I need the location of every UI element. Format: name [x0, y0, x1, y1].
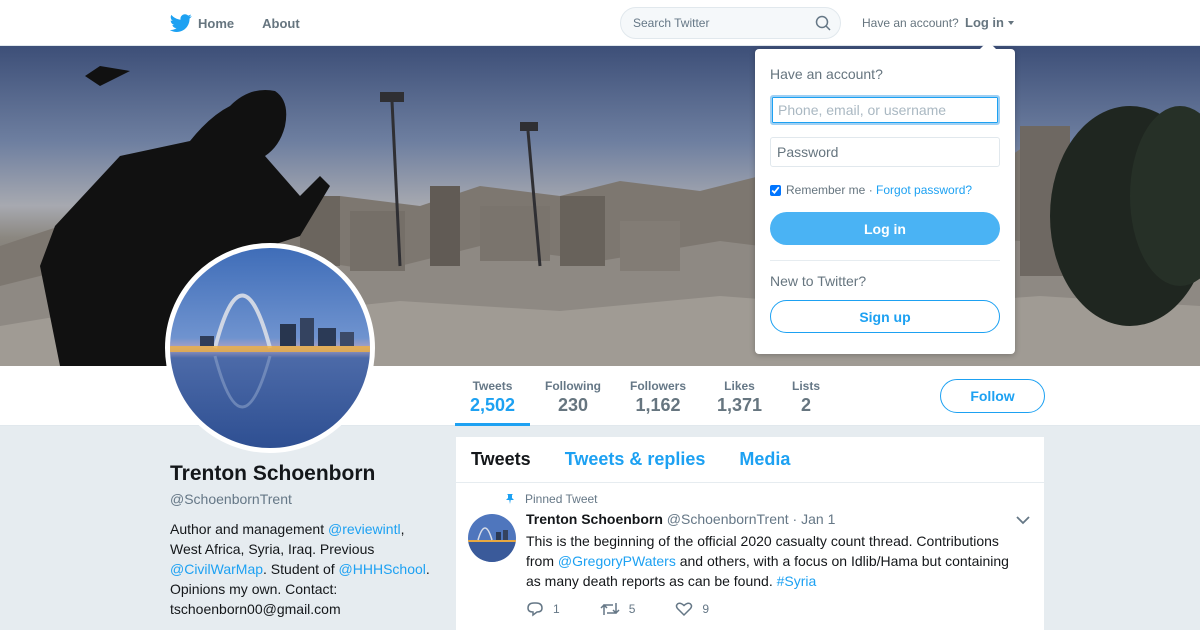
profile-handle[interactable]: @SchoenbornTrent	[170, 491, 430, 507]
heart-icon	[676, 602, 693, 617]
tweet-author-handle[interactable]: @SchoenbornTrent	[667, 511, 789, 527]
password-field[interactable]	[770, 137, 1000, 167]
retweet-icon	[600, 603, 620, 615]
stat-followers[interactable]: Followers 1,162	[624, 366, 692, 426]
stat-followers-label: Followers	[629, 379, 686, 393]
like-count: 9	[702, 602, 710, 616]
stat-lists[interactable]: Lists 2	[787, 366, 825, 426]
like-button[interactable]: 9	[675, 601, 709, 617]
tweet-avatar-image	[468, 514, 516, 562]
tweet-separator: ·	[792, 511, 798, 527]
stat-following-label: Following	[545, 379, 601, 393]
tweet-date[interactable]: Jan 1	[801, 511, 835, 527]
stat-tweets-value: 2,502	[469, 395, 516, 415]
bio-mention-hhhschool[interactable]: @HHHSchool	[339, 561, 426, 577]
profile-avatar[interactable]	[165, 243, 375, 453]
chevron-down-icon[interactable]	[1016, 515, 1030, 525]
retweet-button[interactable]: 5	[600, 601, 636, 617]
tweet-hashtag-syria[interactable]: #Syria	[777, 573, 817, 589]
pinned-label: Pinned Tweet	[525, 492, 598, 506]
tab-media[interactable]: Media	[739, 449, 790, 470]
reply-button[interactable]: 1	[526, 601, 560, 617]
timeline-tabs: Tweets Tweets & replies Media	[456, 437, 1044, 483]
nav-home-link[interactable]: Home	[198, 16, 234, 31]
nav-left: Home About	[170, 0, 328, 46]
profile-bio-card: Trenton Schoenborn @SchoenbornTrent Auth…	[170, 462, 430, 619]
follow-button[interactable]: Follow	[940, 379, 1045, 413]
login-button[interactable]: Log in	[770, 212, 1000, 245]
dropdown-caret	[979, 41, 997, 50]
remember-row: Remember me · Forgot password?	[770, 183, 972, 197]
reply-count: 1	[553, 602, 560, 616]
remember-me-label[interactable]: Remember me	[786, 183, 865, 197]
stat-likes-value: 1,371	[716, 395, 763, 415]
forgot-password-link[interactable]: Forgot password?	[876, 183, 972, 197]
bio-text-1: Author and management	[170, 521, 328, 537]
stat-likes-label: Likes	[724, 379, 755, 393]
login-toggle-label: Log in	[965, 15, 1004, 30]
nav-about-link[interactable]: About	[262, 16, 300, 31]
tweet-text: This is the beginning of the official 20…	[526, 531, 1026, 591]
login-dropdown: Have an account? Remember me · Forgot pa…	[755, 49, 1015, 354]
stat-tweets-label: Tweets	[472, 379, 513, 393]
stat-following-value: 230	[557, 395, 589, 415]
new-to-twitter-heading: New to Twitter?	[770, 273, 867, 289]
pin-icon	[506, 494, 514, 504]
stat-likes[interactable]: Likes 1,371	[712, 366, 767, 426]
remember-me-checkbox[interactable]	[770, 184, 781, 196]
pinned-tweet[interactable]: Pinned Tweet Trenton Schoenborn @Schoenb…	[456, 483, 1044, 630]
profile-bio: Author and management @reviewintl, West …	[170, 519, 430, 619]
dropdown-divider	[770, 260, 1000, 261]
signup-button[interactable]: Sign up	[770, 300, 1000, 333]
tweet-header: Trenton Schoenborn @SchoenbornTrent · Ja…	[526, 511, 835, 527]
dropdown-heading: Have an account?	[770, 66, 883, 82]
username-field[interactable]	[770, 95, 1000, 125]
stat-tweets[interactable]: Tweets 2,502	[455, 366, 530, 426]
reply-icon	[527, 602, 543, 617]
caret-down-icon	[1008, 20, 1014, 25]
stat-following[interactable]: Following 230	[540, 366, 606, 426]
tab-tweets[interactable]: Tweets	[471, 449, 531, 470]
search-input[interactable]	[633, 8, 813, 38]
pinned-indicator: Pinned Tweet	[504, 492, 598, 506]
timeline: Tweets Tweets & replies Media Pinned Twe…	[456, 437, 1044, 630]
stat-followers-value: 1,162	[635, 395, 681, 415]
have-account-text: Have an account?	[862, 16, 959, 30]
retweet-count: 5	[628, 602, 636, 616]
profile-display-name[interactable]: Trenton Schoenborn	[170, 462, 430, 486]
avatar-image	[170, 248, 370, 448]
stat-lists-value: 2	[800, 395, 811, 415]
tweet-mention-gregorypwaters[interactable]: @GregoryPWaters	[558, 553, 676, 569]
top-navigation-bar: Home About Have an account? Log in	[0, 0, 1200, 46]
twitter-bird-icon[interactable]	[170, 12, 192, 34]
tab-tweets-replies[interactable]: Tweets & replies	[565, 449, 706, 470]
tweet-avatar[interactable]	[468, 514, 516, 562]
bio-text-3: . Student of	[263, 561, 339, 577]
tweet-actions: 1 5 9	[526, 601, 749, 617]
bio-mention-civilwarmap[interactable]: @CivilWarMap	[170, 561, 263, 577]
search-icon[interactable]	[815, 15, 831, 31]
bio-mention-reviewintl[interactable]: @reviewintl	[328, 521, 401, 537]
login-dropdown-toggle[interactable]: Log in	[965, 15, 1014, 30]
stat-lists-label: Lists	[791, 379, 820, 393]
tweet-author-name[interactable]: Trenton Schoenborn	[526, 511, 663, 527]
remember-separator: ·	[865, 183, 877, 197]
search-box	[620, 7, 841, 39]
